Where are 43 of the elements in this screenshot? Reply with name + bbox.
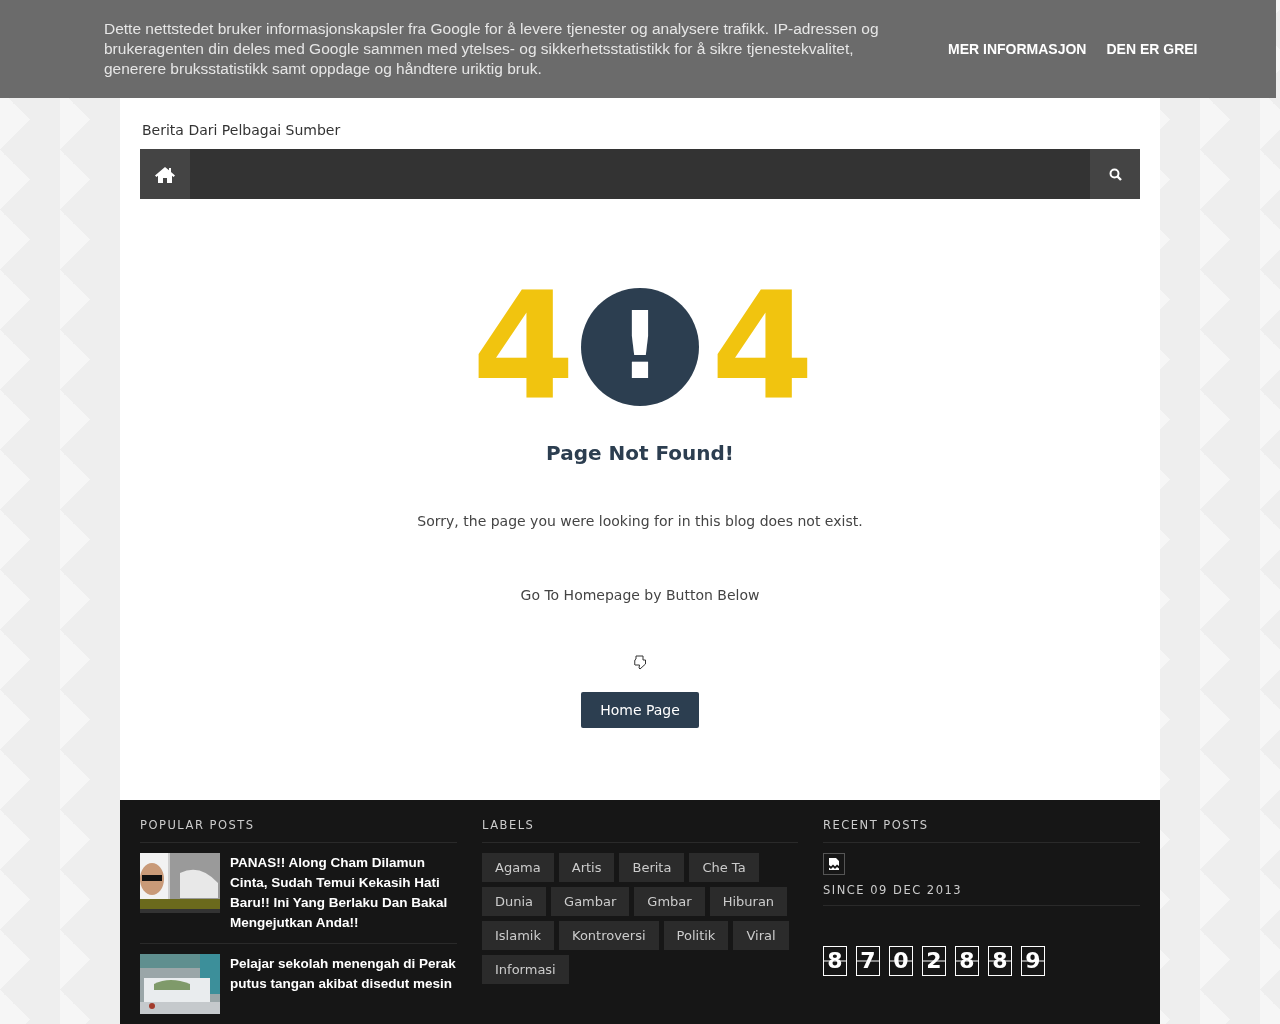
counter-digit: 2 (922, 946, 946, 976)
exclamation-circle: ! (581, 288, 699, 406)
since-date: SINCE 09 DEC 2013 (823, 883, 1140, 906)
label-tag[interactable]: Berita (619, 853, 685, 882)
error-digit: 4 (711, 273, 808, 421)
label-tag[interactable]: Gmbar (634, 887, 705, 916)
label-tag[interactable]: Agama (482, 853, 554, 882)
label-tag[interactable]: Viral (733, 921, 789, 950)
label-tag[interactable]: Artis (558, 853, 615, 882)
accept-button[interactable]: DEN ER GREI (1106, 41, 1198, 57)
counter-digit: 7 (856, 946, 880, 976)
counter-digit: 8 (988, 946, 1012, 976)
homepage-hint: Go To Homepage by Button Below (520, 587, 760, 603)
label-tag[interactable]: Kontroversi (559, 921, 659, 950)
search-button[interactable] (1090, 149, 1140, 199)
counter-digit: 9 (1021, 946, 1045, 976)
broken-image-icon (823, 853, 845, 875)
section-heading: RECENT POSTS (823, 818, 929, 832)
home-page-button[interactable]: Home Page (581, 692, 699, 728)
home-icon (155, 165, 175, 183)
search-icon (1108, 167, 1122, 181)
label-tag[interactable]: Informasi (482, 955, 569, 984)
post-title-link[interactable]: Pelajar sekolah menengah di Perak putus tangan akibat disedut mesin (230, 954, 457, 1014)
counter-digit: 8 (955, 946, 979, 976)
label-tag[interactable]: Che Ta (689, 853, 759, 882)
blog-tagline: Berita Dari Pelbagai Sumber (142, 122, 341, 138)
counter-digit: 8 (823, 946, 847, 976)
error-message: Sorry, the page you were looking for in this blog does not exist. (417, 513, 863, 529)
home-button[interactable] (140, 149, 190, 199)
error-title: Page Not Found! (546, 441, 734, 465)
counter-digit: 0 (889, 946, 913, 976)
label-tag[interactable]: Gambar (551, 887, 630, 916)
label-tag[interactable]: Politik (663, 921, 729, 950)
section-heading: POPULAR POSTS (140, 818, 255, 832)
section-heading: LABELS (482, 818, 535, 832)
cookie-notice-text: Dette nettstedet bruker informasjonskapsler fra Google for å levere tjenester og analysere trafikk. IP-adressen og brukeragenten din deles med Google sammen med ytelses- og sikkerhetsstatistikk for å sikre tjenestekvalitet, generere bruksstatistikk samt oppdage og håndtere uriktig bruk. (104, 19, 880, 79)
error-digit: 4 (472, 273, 569, 421)
post-title-link[interactable]: PANAS!! Along Cham Dilamun Cinta, Sudah Temui Kekasih Hati Baru!! Ini Yang Berlaku Dan Bakal Mengejutkan Anda!! (230, 853, 457, 933)
label-tag[interactable]: Dunia (482, 887, 547, 916)
pointing-hand-icon (633, 655, 647, 670)
label-tag[interactable]: Hiburan (709, 887, 788, 916)
label-tag[interactable]: Islamik (482, 921, 554, 950)
more-info-button[interactable]: MER INFORMASJON (948, 41, 1087, 57)
